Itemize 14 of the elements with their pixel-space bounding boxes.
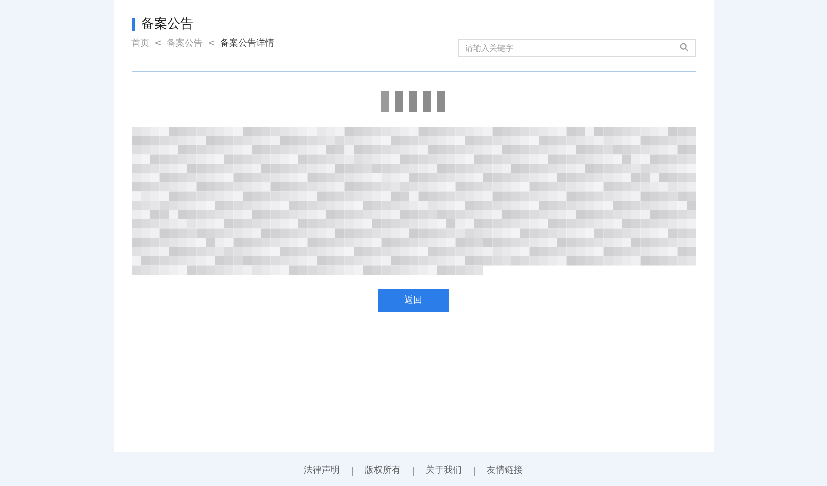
search-field[interactable]: 请输入关键字 (458, 39, 696, 57)
breadcrumb-link[interactable]: 备案公告详情 (220, 37, 275, 50)
breadcrumb-link[interactable]: 备案公告 (167, 37, 204, 50)
footer-link[interactable]: 友情链接 (474, 467, 535, 476)
footer-link[interactable]: 关于我们 (413, 467, 474, 476)
breadcrumb-separator: < (154, 38, 162, 48)
back-button[interactable]: 返回 (378, 289, 449, 312)
section-title: 备案公告 (132, 18, 194, 31)
footer-link[interactable]: 法律声明 (292, 467, 352, 476)
footer-link[interactable]: 版权所有 (352, 467, 413, 476)
breadcrumb-link[interactable]: 首页 (132, 37, 150, 50)
search-icon[interactable] (680, 43, 688, 52)
blurred-title-drawing (380, 91, 446, 112)
breadcrumb-separator: < (208, 38, 216, 48)
